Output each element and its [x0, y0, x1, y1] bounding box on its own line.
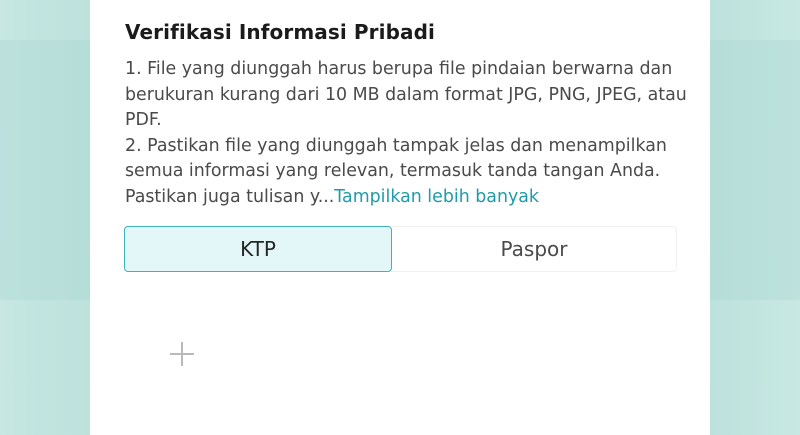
instruction-1: 1. File yang diunggah harus berupa file …: [125, 59, 687, 130]
verification-card: Verifikasi Informasi Pribadi 1. File yan…: [90, 0, 710, 435]
document-type-tabs: KTP Paspor: [124, 226, 677, 274]
background-right: [710, 0, 800, 435]
plus-icon: [170, 342, 194, 366]
tab-paspor[interactable]: Paspor: [392, 226, 677, 272]
section-description: 1. File yang diunggah harus berupa file …: [125, 57, 695, 210]
instruction-2: 2. Pastikan file yang diunggah tampak je…: [125, 134, 695, 211]
section-title: Verifikasi Informasi Pribadi: [125, 20, 435, 44]
upload-button[interactable]: [168, 340, 196, 368]
background-left: [0, 0, 90, 435]
show-more-link[interactable]: Tampilkan lebih banyak: [334, 187, 539, 207]
tab-ktp[interactable]: KTP: [124, 226, 392, 272]
